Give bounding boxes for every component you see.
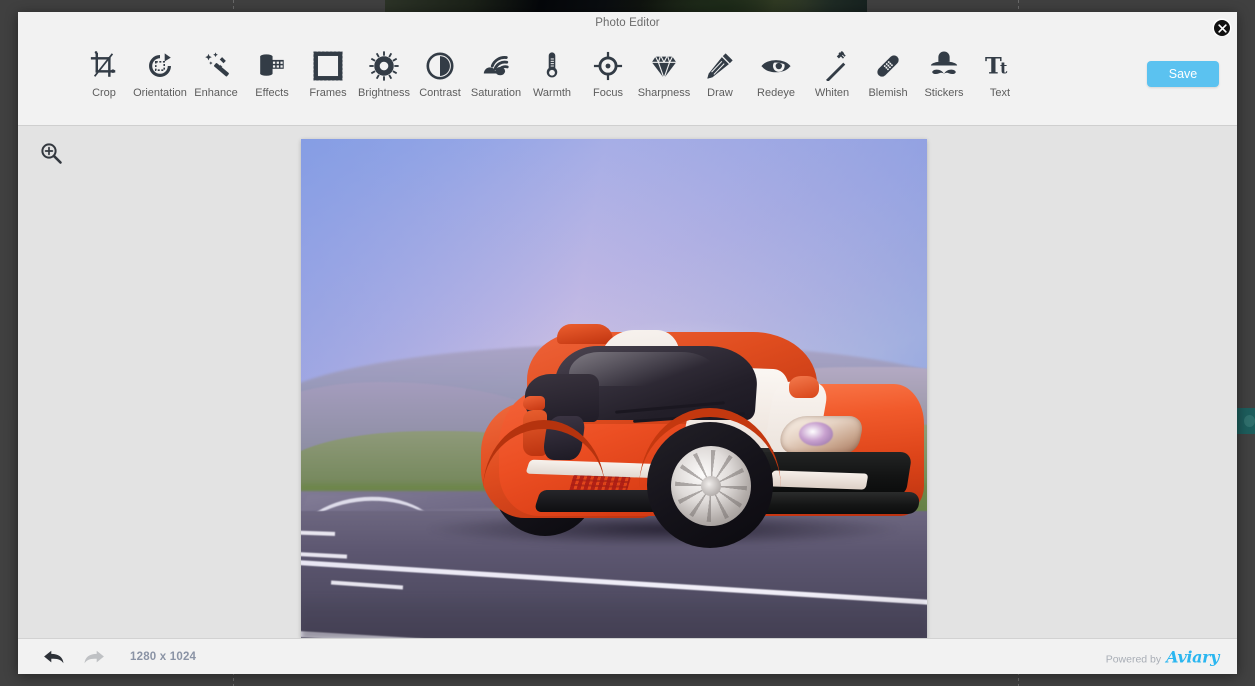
edited-photo[interactable] <box>301 139 927 639</box>
tool-strip: Crop Orientation Enhance Effects Frames … <box>18 36 1237 126</box>
tool-label: Whiten <box>814 87 850 99</box>
tool-focus[interactable]: Focus <box>580 44 636 99</box>
tool-crop[interactable]: Crop <box>76 44 132 99</box>
car-left-mirror <box>523 396 545 410</box>
tool-warmth[interactable]: Warmth <box>524 44 580 99</box>
tool-draw[interactable]: Draw <box>692 44 748 99</box>
focus-target-icon <box>593 44 623 88</box>
window-titlebar: Photo Editor <box>18 12 1237 36</box>
eye-icon <box>761 44 791 88</box>
car-bumper-stripe <box>769 470 869 490</box>
tool-label: Warmth <box>532 87 572 99</box>
photo-motion-blur <box>301 594 927 639</box>
powered-by-label: Powered by <box>1105 653 1162 665</box>
tool-label: Redeye <box>757 87 795 99</box>
crop-icon <box>89 44 119 88</box>
aviary-logo: Aviary <box>1166 647 1219 666</box>
tool-stickers[interactable]: Stickers <box>916 44 972 99</box>
tool-whiten[interactable]: Whiten <box>804 44 860 99</box>
car-side-mirror <box>789 376 819 398</box>
diamond-icon <box>649 44 679 88</box>
photo-sports-car <box>419 324 927 564</box>
tool-sharpness[interactable]: Sharpness <box>636 44 692 99</box>
redo-arrow-icon <box>74 648 114 666</box>
tool-label: Sharpness <box>637 87 691 99</box>
tool-label: Orientation <box>133 87 187 99</box>
pencil-icon <box>705 44 735 88</box>
tool-enhance[interactable]: Enhance <box>188 44 244 99</box>
tool-frames[interactable]: Frames <box>300 44 356 99</box>
tool-saturation[interactable]: Saturation <box>468 44 524 99</box>
car-headlight-lens <box>799 422 833 446</box>
tool-label: Stickers <box>924 87 964 99</box>
tool-label: Saturation <box>470 87 522 99</box>
image-dimensions: 1280 x 1024 <box>130 650 197 663</box>
tool-label: Brightness <box>358 87 410 99</box>
tool-blemish[interactable]: Blemish <box>860 44 916 99</box>
tool-label: Contrast <box>419 87 461 99</box>
close-icon[interactable] <box>1214 20 1230 36</box>
bandage-icon <box>873 44 903 88</box>
toothbrush-icon <box>817 44 847 88</box>
sun-icon <box>369 44 399 88</box>
text-tt-icon: T t <box>985 44 1015 88</box>
tool-label: Draw <box>707 87 733 99</box>
tool-label: Effects <box>255 87 289 99</box>
magic-wand-icon <box>201 44 231 88</box>
svg-text:t: t <box>1000 59 1008 78</box>
tool-label: Frames <box>309 87 347 99</box>
photo-editor-window: Photo Editor Crop Orientation Enhance Ef… <box>18 12 1237 674</box>
tool-effects[interactable]: Effects <box>244 44 300 99</box>
contrast-circle-icon <box>425 44 455 88</box>
tool-contrast[interactable]: Contrast <box>412 44 468 99</box>
background-teal-dot <box>1244 415 1255 427</box>
undo-arrow-icon[interactable] <box>34 648 74 666</box>
editor-footer: 1280 x 1024 Powered by Aviary <box>18 638 1237 674</box>
tool-label: Enhance <box>194 87 238 99</box>
thermometer-icon <box>537 44 567 88</box>
editor-canvas-area <box>18 126 1237 639</box>
rotate-icon <box>145 44 175 88</box>
tool-label: Text <box>989 87 1011 99</box>
save-button[interactable]: Save <box>1147 61 1219 87</box>
tool-label: Focus <box>593 87 623 99</box>
car-roof-intake <box>557 324 613 344</box>
tool-label: Crop <box>92 87 116 99</box>
powered-by-aviary: Powered by Aviary <box>1105 647 1220 666</box>
film-roll-icon <box>257 44 287 88</box>
frame-icon <box>313 44 343 88</box>
tool-brightness[interactable]: Brightness <box>356 44 412 99</box>
hat-mustache-icon <box>929 44 959 88</box>
tool-redeye[interactable]: Redeye <box>748 44 804 99</box>
page-title: Photo Editor <box>595 17 660 29</box>
tool-text[interactable]: T t Text <box>972 44 1028 100</box>
tool-label: Blemish <box>868 87 908 99</box>
tool-orientation[interactable]: Orientation <box>132 44 188 99</box>
zoom-in-icon[interactable] <box>30 132 72 174</box>
saturation-drop-icon <box>481 44 511 88</box>
